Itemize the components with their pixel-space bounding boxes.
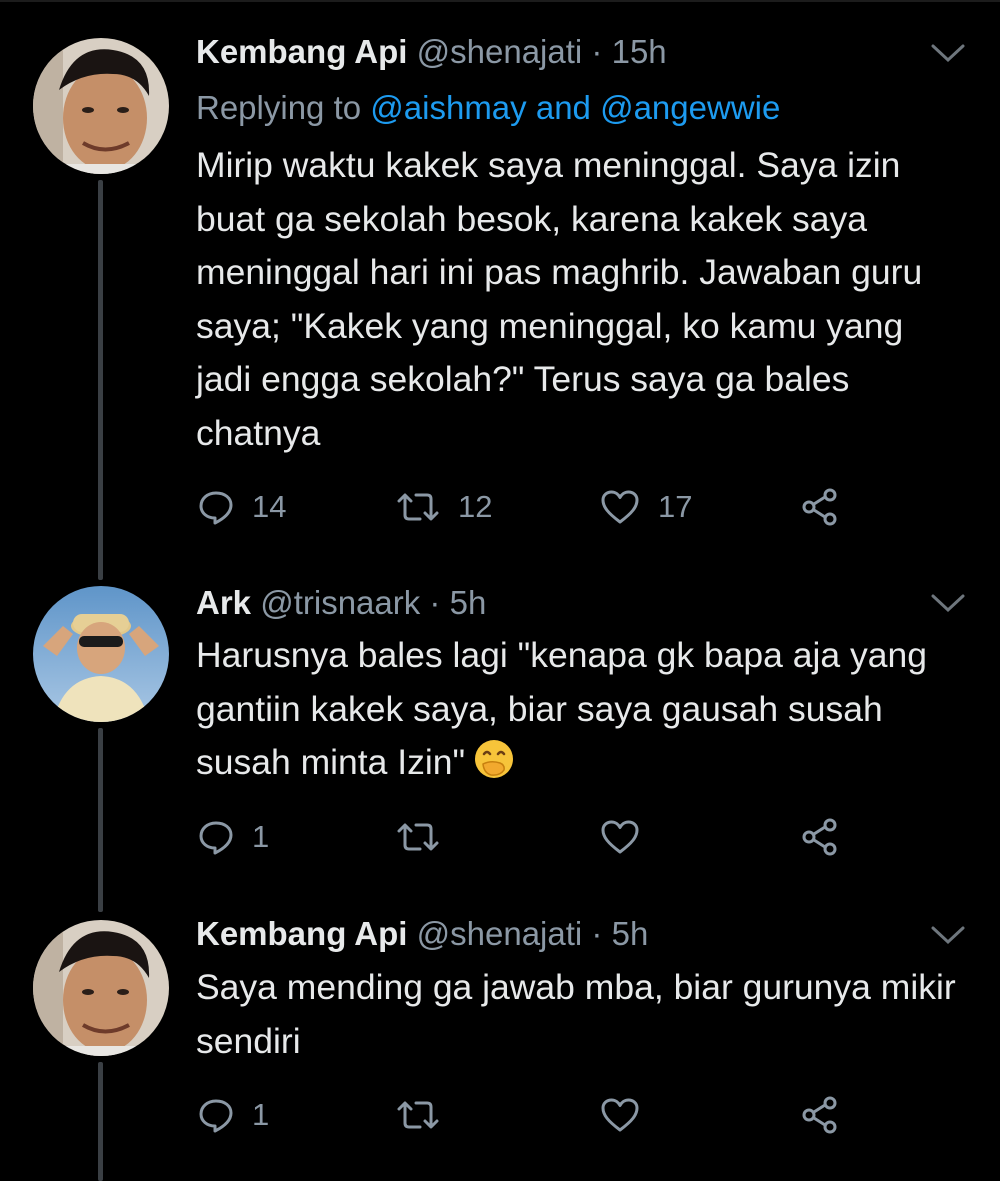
avatar-photo [33, 586, 169, 722]
tweet-actions: 14 12 17 [196, 482, 856, 532]
avatar[interactable] [33, 38, 169, 174]
mention-link[interactable]: @angewwie [600, 89, 780, 126]
like-button[interactable]: 17 [600, 482, 692, 532]
chevron-down-icon[interactable] [930, 42, 966, 64]
reply-icon [199, 491, 233, 525]
avatar-photo [33, 920, 169, 1056]
thread-line [98, 180, 103, 580]
separator-dot: · [591, 33, 603, 70]
thread-line [98, 728, 103, 912]
user-handle[interactable]: @shenajati [417, 33, 583, 70]
heart-icon [601, 1098, 639, 1132]
retweet-icon [397, 823, 439, 851]
mention-joiner: and [535, 89, 591, 126]
tweet-text-content: Harusnya bales lagi "kenapa gk bapa aja … [196, 635, 927, 782]
retweet-button[interactable] [396, 812, 440, 862]
share-icon [802, 1096, 837, 1134]
reply-count: 1 [252, 819, 270, 854]
reply-button[interactable]: 1 [198, 812, 269, 862]
separator-dot: · [429, 584, 441, 621]
reply-icon [199, 1099, 233, 1133]
timestamp[interactable]: 15h [612, 33, 667, 70]
timestamp[interactable]: 5h [612, 915, 649, 952]
chevron-down-icon[interactable] [930, 592, 966, 614]
reply-count: 1 [252, 1097, 270, 1132]
reply-icon [199, 821, 233, 855]
reply-button[interactable]: 1 [198, 1090, 269, 1140]
face-with-hand-over-mouth-emoji [475, 740, 514, 778]
avatar-photo [33, 38, 169, 174]
user-handle[interactable]: @shenajati [417, 915, 583, 952]
tweet-actions: 1 [196, 1090, 856, 1140]
display-name[interactable]: Kembang Api [196, 915, 407, 952]
tweet-header: Kembang Api @shenajati · 15h [196, 32, 667, 72]
heart-icon [601, 820, 639, 854]
replying-to: Replying to @aishmay and @angewwie [196, 88, 780, 128]
tweet-text: Harusnya bales lagi "kenapa gk bapa aja … [196, 629, 966, 790]
mention-link[interactable]: @aishmay [370, 89, 526, 126]
tweet-actions: 1 [196, 812, 856, 862]
avatar[interactable] [33, 920, 169, 1056]
tweet-text: Mirip waktu kakek saya meninggal. Saya i… [196, 145, 923, 453]
retweet-count: 12 [458, 489, 493, 524]
top-divider [0, 0, 1000, 2]
share-button[interactable] [800, 812, 840, 862]
retweet-button[interactable]: 12 [396, 482, 492, 532]
timestamp[interactable]: 5h [450, 584, 487, 621]
retweet-icon [397, 493, 439, 521]
tweet-text: Saya mending ga jawab mba, biar gurunya … [196, 967, 956, 1061]
user-handle[interactable]: @trisnaark [260, 584, 420, 621]
display-name[interactable]: Kembang Api [196, 33, 407, 70]
like-button[interactable] [600, 812, 640, 862]
tweet-header: Kembang Api @shenajati · 5h [196, 914, 648, 954]
share-icon [802, 818, 837, 856]
share-icon [802, 488, 837, 526]
like-count: 17 [658, 489, 693, 524]
share-button[interactable] [800, 482, 840, 532]
reply-count: 14 [252, 489, 287, 524]
replying-prefix: Replying to [196, 89, 362, 126]
like-button[interactable] [600, 1090, 640, 1140]
chevron-down-icon[interactable] [930, 924, 966, 946]
heart-icon [601, 490, 639, 524]
reply-button[interactable]: 14 [198, 482, 286, 532]
retweet-button[interactable] [396, 1090, 440, 1140]
display-name[interactable]: Ark [196, 584, 251, 621]
retweet-icon [397, 1101, 439, 1129]
tweet-header: Ark @trisnaark · 5h [196, 583, 486, 623]
thread-line [98, 1062, 103, 1181]
separator-dot: · [591, 915, 603, 952]
share-button[interactable] [800, 1090, 840, 1140]
avatar[interactable] [33, 586, 169, 722]
